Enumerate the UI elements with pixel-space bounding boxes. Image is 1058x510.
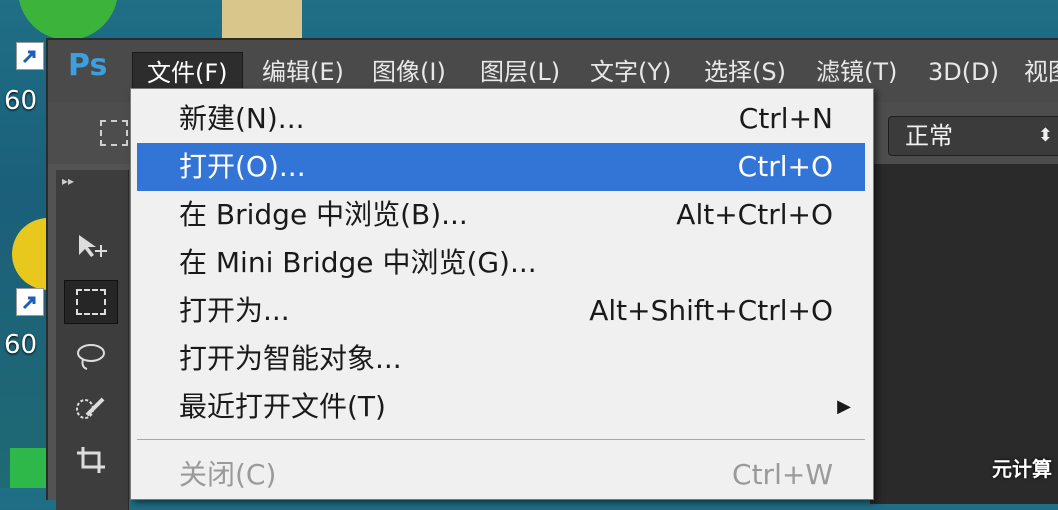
menu-separator	[137, 439, 865, 440]
menu-item-close[interactable]: 关闭(C) Ctrl+W	[137, 451, 865, 499]
menu-select[interactable]: 选择(S)	[690, 52, 800, 92]
menu-item-recent-files[interactable]: 最近打开文件(T) ▶	[137, 383, 865, 431]
menu-item-new[interactable]: 新建(N)... Ctrl+N	[137, 95, 865, 143]
menu-item-shortcut: Ctrl+O	[737, 150, 833, 183]
shortcut-arrow-icon	[16, 288, 44, 316]
watermark: 元计算	[992, 457, 1052, 481]
menu-file[interactable]: 文件(F)	[132, 52, 243, 92]
desktop-icon-yellow[interactable]	[10, 214, 84, 298]
menu-item-open-as[interactable]: 打开为... Alt+Shift+Ctrl+O	[137, 287, 865, 335]
menu-filter[interactable]: 滤镜(T)	[802, 52, 911, 92]
ps-logo: Ps	[68, 48, 108, 83]
menu-item-shortcut: Alt+Ctrl+O	[676, 198, 833, 231]
crop-tool-icon[interactable]	[64, 438, 118, 482]
collapse-panel-icon[interactable]: ▸▸	[62, 174, 74, 188]
menu-item-shortcut: Alt+Shift+Ctrl+O	[589, 294, 833, 327]
submenu-arrow-icon: ▶	[837, 396, 851, 417]
rectangular-marquee-tool-icon[interactable]	[64, 280, 118, 324]
select-arrows-icon: ⬍	[1037, 125, 1053, 146]
menu-edit[interactable]: 编辑(E)	[248, 52, 358, 92]
menu-item-browse-mini-bridge[interactable]: 在 Mini Bridge 中浏览(G)...	[137, 239, 865, 287]
quick-selection-tool-icon[interactable]	[64, 386, 118, 430]
menu-item-shortcut: Ctrl+N	[738, 102, 833, 135]
desktop-icon-label: 60	[4, 86, 38, 116]
menu-image[interactable]: 图像(I)	[358, 52, 460, 92]
menu-item-label: 打开为智能对象...	[179, 342, 402, 375]
tools-panel: ▸▸	[56, 170, 129, 510]
menu-item-open-as-smart-object[interactable]: 打开为智能对象...	[137, 335, 865, 383]
menu-item-label: 最近打开文件(T)	[179, 390, 386, 423]
marquee-options-icon[interactable]	[100, 120, 128, 146]
green-app-icon[interactable]	[10, 448, 46, 488]
menu-item-label: 打开(O)...	[179, 150, 306, 183]
menu-layer[interactable]: 图层(L)	[466, 52, 574, 92]
move-tool-icon[interactable]	[64, 224, 118, 268]
menu-view[interactable]: 视图	[1010, 52, 1058, 92]
menu-item-label: 新建(N)...	[179, 102, 305, 135]
blend-mode-select[interactable]: 正常 ⬍	[888, 116, 1058, 156]
menu-3d[interactable]: 3D(D)	[914, 52, 1013, 92]
menu-item-browse-bridge[interactable]: 在 Bridge 中浏览(B)... Alt+Ctrl+O	[137, 191, 865, 239]
menu-item-label: 关闭(C)	[179, 458, 277, 491]
folder-icon[interactable]	[222, 0, 302, 38]
menu-item-open[interactable]: 打开(O)... Ctrl+O	[137, 143, 865, 191]
menu-item-shortcut: Ctrl+W	[732, 458, 833, 491]
yellow-app-icon	[12, 218, 84, 290]
menu-type[interactable]: 文字(Y)	[576, 52, 685, 92]
menu-item-label: 在 Mini Bridge 中浏览(G)...	[179, 246, 537, 279]
file-menu-dropdown: 新建(N)... Ctrl+N 打开(O)... Ctrl+O 在 Bridge…	[130, 88, 874, 500]
menu-item-label: 打开为...	[179, 294, 290, 327]
menu-item-label: 在 Bridge 中浏览(B)...	[179, 198, 468, 231]
blend-mode-value: 正常	[905, 122, 953, 150]
green-app-icon	[19, 0, 117, 40]
desktop-icon-360[interactable]	[10, 0, 126, 40]
lasso-tool-icon[interactable]	[64, 334, 118, 378]
desktop-icon-label: 60	[4, 330, 38, 360]
shortcut-arrow-icon	[16, 42, 44, 70]
